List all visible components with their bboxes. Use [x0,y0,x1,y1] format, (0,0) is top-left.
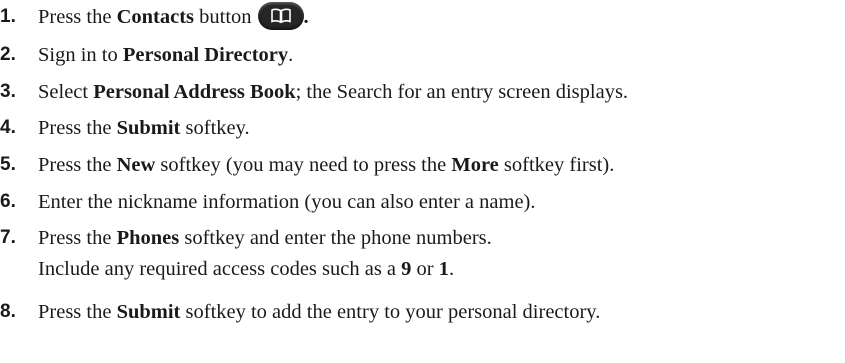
step-number: 2. [0,44,16,65]
step-number: 4. [0,117,16,138]
step-text: Select Personal Address Book; the Search… [38,81,629,103]
step-number: 8. [0,301,16,322]
step-text: Press the New softkey (you may need to p… [38,154,615,176]
step-text: Press the Submit softkey to add the entr… [38,301,601,323]
step-number: 7. [0,227,16,248]
instruction-list: 1. Press the Contacts button. 2. Sign in… [0,0,845,363]
step-text: Press the Submit softkey. [38,117,250,139]
step-text: Enter the nickname information (you can … [38,191,536,213]
book-icon [270,8,291,24]
step-text: Press the Phones softkey and enter the p… [38,227,492,249]
step-text: Press the Contacts button. [38,2,309,32]
contacts-button-icon [257,2,304,31]
step-text: Sign in to Personal Directory. [38,44,294,66]
step-number: 6. [0,191,16,212]
step-number: 5. [0,154,16,175]
step-number: 3. [0,81,16,102]
step-number: 1. [0,6,16,27]
step-text: Include any required access codes such a… [38,258,455,280]
